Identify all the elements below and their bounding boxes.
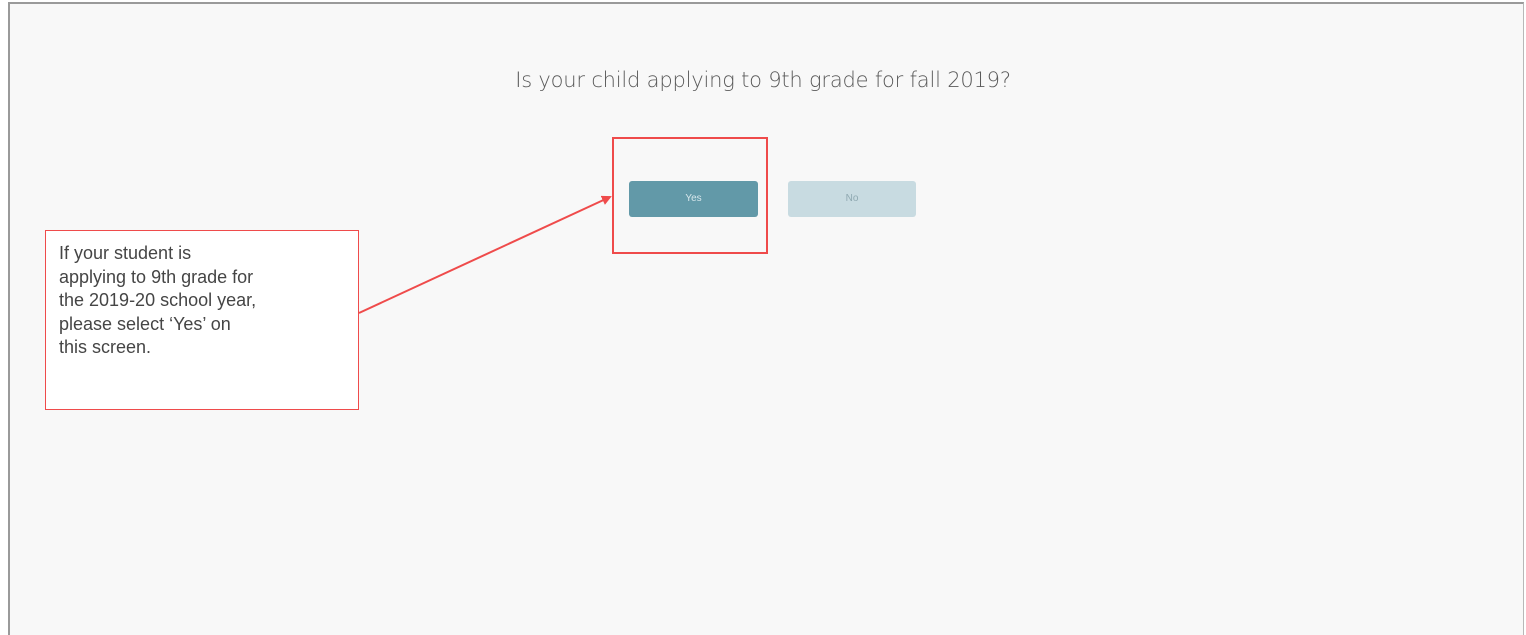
yes-button-highlight xyxy=(612,137,768,254)
instruction-callout: If your student is applying to 9th grade… xyxy=(45,230,359,410)
question-heading: Is your child applying to 9th grade for … xyxy=(515,68,1011,92)
no-button[interactable]: No xyxy=(788,181,916,217)
callout-text: If your student is applying to 9th grade… xyxy=(59,243,257,357)
